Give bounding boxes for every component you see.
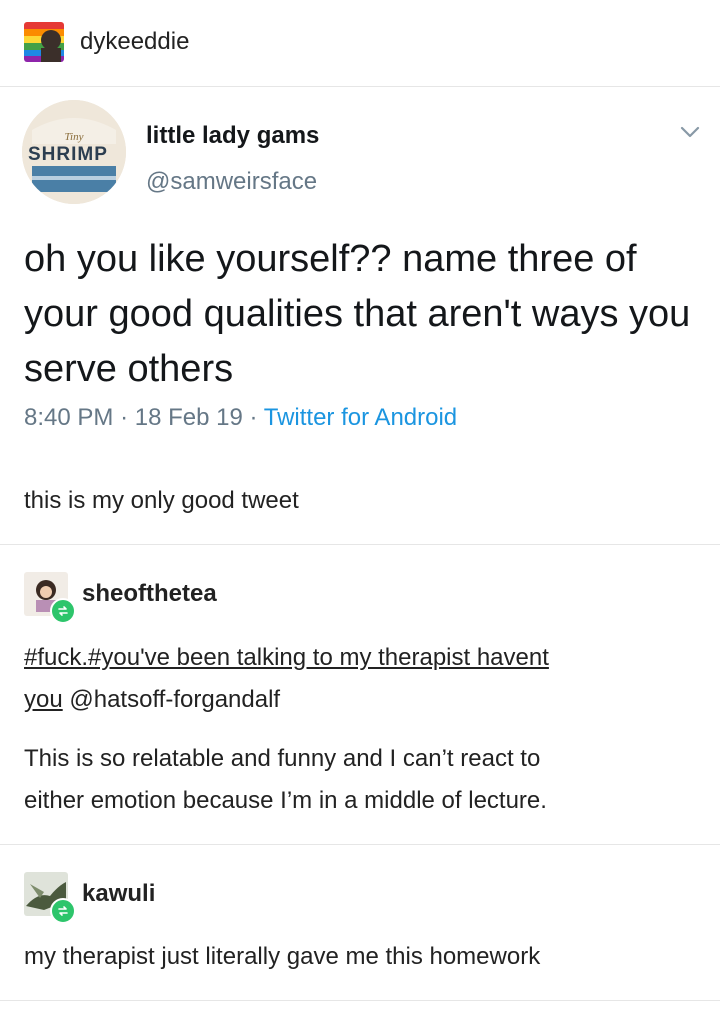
shrimp-logo-text: SHRIMP — [28, 144, 108, 165]
meta-separator: · — [249, 404, 258, 431]
comment-avatar[interactable] — [24, 872, 76, 924]
meta-separator: · — [120, 404, 129, 431]
comment-text: my therapist just literally gave me this… — [24, 943, 541, 970]
comment-text-line2: either emotion because I’m in a middle o… — [24, 787, 547, 814]
comment-tags: #fuck.#you've been talking to my therapi… — [24, 637, 704, 679]
chevron-down-icon[interactable] — [676, 118, 704, 146]
tweet-handle[interactable]: @samweirsface — [146, 168, 317, 196]
tweet-avatar[interactable]: Tiny SHRIMP — [22, 100, 126, 204]
divider — [0, 544, 720, 545]
svg-text:Tiny: Tiny — [65, 131, 84, 143]
comment-username[interactable]: sheofthetea — [82, 580, 217, 608]
tweet-display-name[interactable]: little lady gams — [146, 122, 319, 150]
tweet-time[interactable]: 8:40 PM — [24, 404, 113, 431]
username[interactable]: dykeeddie — [80, 28, 189, 56]
avatar[interactable] — [24, 22, 64, 62]
reblog-icon — [50, 598, 76, 624]
tweet-text: oh you like yourself?? name three of you… — [24, 238, 691, 390]
tweet-meta: 8:40 PM · 18 Feb 19 · Twitter for Androi… — [24, 404, 457, 432]
op-caption: this is my only good tweet — [24, 487, 299, 514]
divider — [0, 1000, 720, 1001]
comment-avatar[interactable] — [24, 572, 76, 624]
mention-link[interactable]: @hatsoff-forgandalf — [69, 686, 280, 713]
comment-tags-line2: you @hatsoff-forgandalf — [24, 679, 280, 721]
divider — [0, 844, 720, 845]
comment-username[interactable]: kawuli — [82, 880, 155, 908]
tweet-date[interactable]: 18 Feb 19 — [135, 404, 243, 431]
comment-text-line1: This is so relatable and funny and I can… — [24, 745, 541, 772]
divider — [0, 86, 720, 87]
tag-link[interactable]: #fuck.#you've been talking to my therapi… — [24, 644, 549, 671]
tag-link[interactable]: you — [24, 686, 63, 713]
tweet-client-link[interactable]: Twitter for Android — [264, 404, 457, 431]
reblog-icon — [50, 898, 76, 924]
